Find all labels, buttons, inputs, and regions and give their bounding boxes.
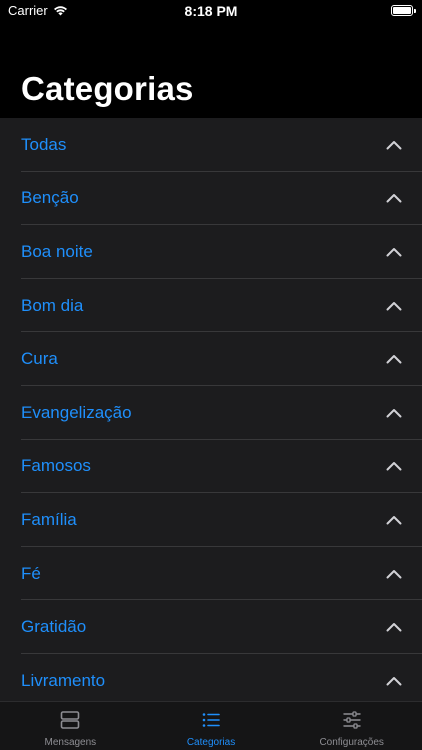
tab-categorias[interactable]: Categorias: [141, 702, 282, 750]
category-row-cura[interactable]: Cura: [0, 332, 422, 386]
chevron-up-icon[interactable]: [386, 354, 402, 364]
chevron-up-icon[interactable]: [386, 247, 402, 257]
tab-mensagens[interactable]: Mensagens: [0, 702, 141, 750]
category-row-livramento[interactable]: Livramento: [0, 654, 422, 701]
category-row-bom-dia[interactable]: Bom dia: [0, 279, 422, 333]
battery-icon: [391, 5, 416, 16]
category-label: Cura: [21, 349, 58, 369]
page-title: Categorias: [21, 70, 194, 107]
chevron-up-icon[interactable]: [386, 140, 402, 150]
sliders-icon: [342, 711, 361, 729]
category-row-boa-noite[interactable]: Boa noite: [0, 225, 422, 279]
category-list[interactable]: Todas Benção Boa noite Bom dia Cura Evan…: [0, 118, 422, 701]
list-icon: [202, 713, 220, 727]
category-row-todas[interactable]: Todas: [0, 118, 422, 172]
category-row-fe[interactable]: Fé: [0, 547, 422, 601]
chevron-up-icon[interactable]: [386, 408, 402, 418]
chevron-up-icon[interactable]: [386, 622, 402, 632]
chevron-up-icon[interactable]: [386, 301, 402, 311]
category-label: Todas: [21, 134, 67, 154]
chevron-up-icon[interactable]: [386, 676, 402, 686]
category-row-bencao[interactable]: Benção: [0, 172, 422, 226]
category-label: Gratidão: [21, 617, 87, 637]
category-label: Famosos: [21, 456, 91, 476]
tab-configuracoes[interactable]: Configurações: [281, 702, 422, 750]
chevron-up-icon[interactable]: [386, 515, 402, 525]
category-row-gratidao[interactable]: Gratidão: [0, 600, 422, 654]
chevron-up-icon[interactable]: [386, 461, 402, 471]
messages-icon: [61, 711, 80, 729]
status-time: 8:18 PM: [184, 3, 238, 19]
tab-label: Mensagens: [44, 737, 97, 748]
category-label: Bom dia: [21, 295, 84, 315]
category-row-familia[interactable]: Família: [0, 493, 422, 547]
category-row-evangelizacao[interactable]: Evangelização: [0, 386, 422, 440]
category-label: Livramento: [21, 670, 106, 690]
chevron-up-icon[interactable]: [386, 193, 402, 203]
tab-bar: Mensagens Categorias Configurações: [0, 701, 422, 750]
category-row-famosos[interactable]: Famosos: [0, 440, 422, 494]
category-label: Boa noite: [21, 241, 93, 261]
category-label: Fé: [21, 563, 41, 583]
status-bar: Carrier 8:18 PM: [0, 0, 422, 24]
tab-label: Configurações: [319, 737, 384, 748]
chevron-up-icon[interactable]: [386, 569, 402, 579]
category-label: Família: [21, 509, 77, 529]
category-label: Benção: [21, 188, 79, 208]
tab-label: Categorias: [186, 737, 236, 748]
category-label: Evangelização: [21, 402, 132, 422]
